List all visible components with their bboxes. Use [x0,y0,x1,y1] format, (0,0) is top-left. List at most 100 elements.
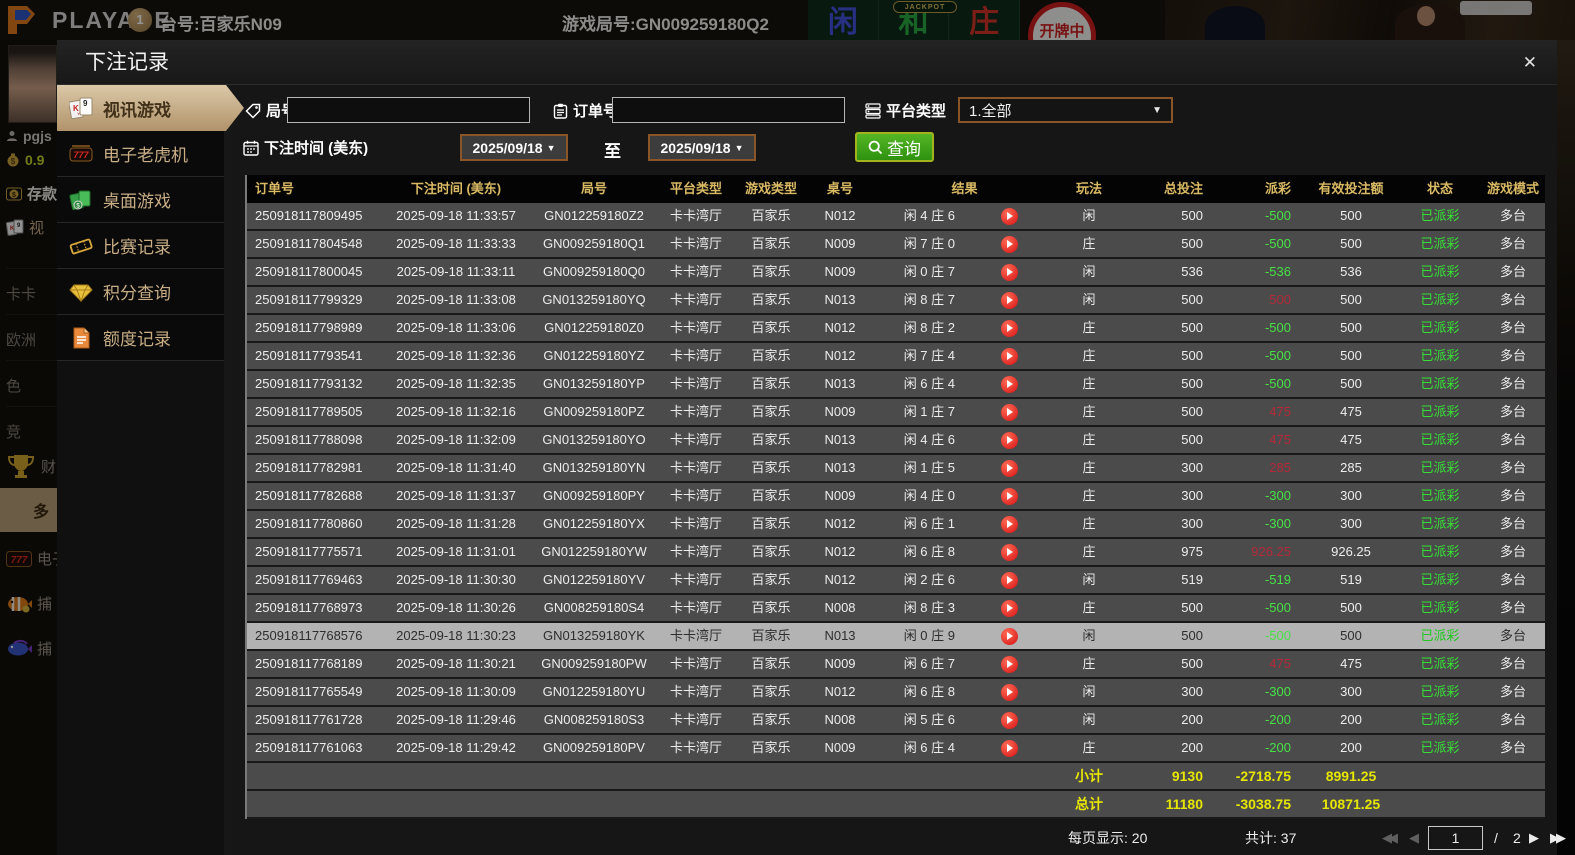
cell-totalBet: 500 [1181,292,1203,307]
replay-icon[interactable] [1000,711,1018,729]
last-page-icon[interactable]: ▶▶ [1550,821,1566,855]
replay-icon[interactable] [1000,599,1018,617]
table-row[interactable]: 250918117768189 2025-09-18 11:30:21 GN0092… [247,651,1545,679]
replay-icon[interactable] [1000,627,1018,645]
replay-icon[interactable] [1000,235,1018,253]
cell-game: 百家乐 [751,544,791,559]
replay-icon[interactable] [1000,459,1018,477]
cell-result: 闲 4 庄 0 [872,483,1057,509]
date-from-picker[interactable]: 2025/09/18 ▼ [460,134,568,161]
round-number-input[interactable] [287,97,530,123]
replay-icon[interactable] [1000,347,1018,365]
replay-icon[interactable] [1000,683,1018,701]
bet-records-table: 订单号 下注时间 (美东) 局号 平台类型 游戏类型 桌号 结果 玩法 总投注 派彩 有效投注额 状态… [245,175,1545,819]
cell-time: 2025-09-18 11:31:37 [396,488,516,503]
table-row[interactable]: 250918117793541 2025-09-18 11:32:36 GN0122… [247,343,1545,371]
cell-result: 闲 8 庄 3 [872,595,1057,621]
order-number-input[interactable] [612,97,845,123]
result-text: 闲 2 庄 6 [903,572,955,587]
table-row[interactable]: 250918117761063 2025-09-18 11:29:42 GN0092… [247,735,1545,763]
table-row[interactable]: 250918117780860 2025-09-18 11:31:28 GN0122… [247,511,1545,539]
cell-game: 百家乐 [751,376,791,391]
cell-order: 250918117761728 [255,712,363,727]
current-page-input[interactable]: 1 [1428,826,1483,850]
table-row[interactable]: 250918117788098 2025-09-18 11:32:09 GN0132… [247,427,1545,455]
table-row[interactable]: 250918117782981 2025-09-18 11:31:40 GN0132… [247,455,1545,483]
date-to-picker[interactable]: 2025/09/18 ▼ [648,134,756,161]
bet-time-filter-label: 下注时间 (美东) [243,137,368,158]
replay-icon[interactable] [1000,655,1018,673]
cell-round: GN012259180YW [541,544,647,559]
table-row[interactable]: 250918117768576 2025-09-18 11:30:23 GN0132… [247,623,1545,651]
replay-icon[interactable] [1000,375,1018,393]
cell-mode: 多台 [1499,432,1526,447]
table-row[interactable]: 250918117765549 2025-09-18 11:30:09 GN0122… [247,679,1545,707]
cell-round: GN012259180YZ [543,348,645,363]
result-text: 闲 0 庄 7 [903,264,955,279]
table-row[interactable]: 250918117761728 2025-09-18 11:29:46 GN0082… [247,707,1545,735]
cell-result: 闲 8 庄 7 [872,287,1057,313]
replay-icon[interactable] [1000,571,1018,589]
table-row[interactable]: 250918117782688 2025-09-18 11:31:37 GN0092… [247,483,1545,511]
close-icon[interactable]: ✕ [1523,40,1537,85]
cell-result: 闲 6 庄 8 [872,539,1057,565]
replay-icon[interactable] [1000,319,1018,337]
cell-totalBet: 500 [1181,656,1203,671]
sidebar-item-table-games[interactable]: $ 桌面游戏 [57,177,224,223]
cell-platform: 卡卡湾厅 [669,264,722,279]
cell-tableNo: N012 [824,684,856,699]
cell-order: 250918117769463 [255,572,363,587]
replay-icon[interactable] [1000,263,1018,281]
replay-icon[interactable] [1000,431,1018,449]
cell-time: 2025-09-18 11:29:46 [396,712,516,727]
table-row[interactable]: 250918117799329 2025-09-18 11:33:08 GN0132… [247,287,1545,315]
cell-validBet: 475 [1340,404,1362,419]
dialog-title-bar: 下注记录 ✕ [57,40,1557,85]
replay-icon[interactable] [1000,403,1018,421]
sidebar-item-slots[interactable]: 777 电子老虎机 [57,131,224,177]
cell-validBet: 500 [1340,600,1362,615]
replay-icon[interactable] [1000,207,1018,225]
replay-icon[interactable] [1000,291,1018,309]
table-row[interactable]: 250918117789505 2025-09-18 11:32:16 GN0092… [247,399,1545,427]
first-page-icon[interactable]: ◀◀ [1382,821,1398,855]
video-cards-icon: K9 [69,97,93,120]
cell-order: 250918117768189 [255,656,363,671]
page-separator: / [1494,830,1498,846]
platform-type-select[interactable]: 1.全部 ▼ [958,97,1173,123]
replay-icon[interactable] [1000,739,1018,757]
cell-order: 250918117775571 [255,544,363,559]
cell-status: 已派彩 [1420,488,1460,503]
replay-icon[interactable] [1000,487,1018,505]
result-text: 闲 6 庄 4 [903,376,955,391]
cell-time: 2025-09-18 11:32:09 [396,432,516,447]
sidebar-item-points-query[interactable]: 积分查询 [57,269,224,315]
search-icon [868,140,883,154]
table-row[interactable]: 250918117769463 2025-09-18 11:30:30 GN0122… [247,567,1545,595]
sidebar-item-video-games[interactable]: K9 视讯游戏 [57,85,244,131]
table-row[interactable]: 250918117809495 2025-09-18 11:33:57 GN0122… [247,203,1545,231]
table-row[interactable]: 250918117768973 2025-09-18 11:30:26 GN0082… [247,595,1545,623]
cell-result: 闲 6 庄 4 [872,371,1057,397]
sidebar-item-match-records[interactable]: 比赛记录 [57,223,224,269]
cell-result: 闲 5 庄 6 [872,707,1057,733]
cell-playType: 庄 [1082,236,1096,251]
sidebar-item-credit-records[interactable]: 额度记录 [57,315,224,361]
table-row[interactable]: 250918117793132 2025-09-18 11:32:35 GN0132… [247,371,1545,399]
date-range-to-label: 至 [604,142,621,161]
cell-order: 250918117799329 [255,292,363,307]
table-row[interactable]: 250918117798989 2025-09-18 11:33:06 GN0122… [247,315,1545,343]
cell-status: 已派彩 [1420,376,1460,391]
prev-page-icon[interactable]: ◀ [1409,821,1419,855]
cell-round: GN013259180YO [542,432,646,447]
table-row[interactable]: 250918117804548 2025-09-18 11:33:33 GN0092… [247,231,1545,259]
replay-icon[interactable] [1000,515,1018,533]
table-row[interactable]: 250918117800045 2025-09-18 11:33:11 GN0092… [247,259,1545,287]
cell-totalBet: 200 [1181,740,1203,755]
cell-playType: 闲 [1082,572,1096,587]
cell-mode: 多台 [1499,292,1526,307]
replay-icon[interactable] [1000,543,1018,561]
next-page-icon[interactable]: ▶ [1529,821,1539,855]
table-row[interactable]: 250918117775571 2025-09-18 11:31:01 GN0122… [247,539,1545,567]
query-button[interactable]: 查询 [855,132,934,162]
